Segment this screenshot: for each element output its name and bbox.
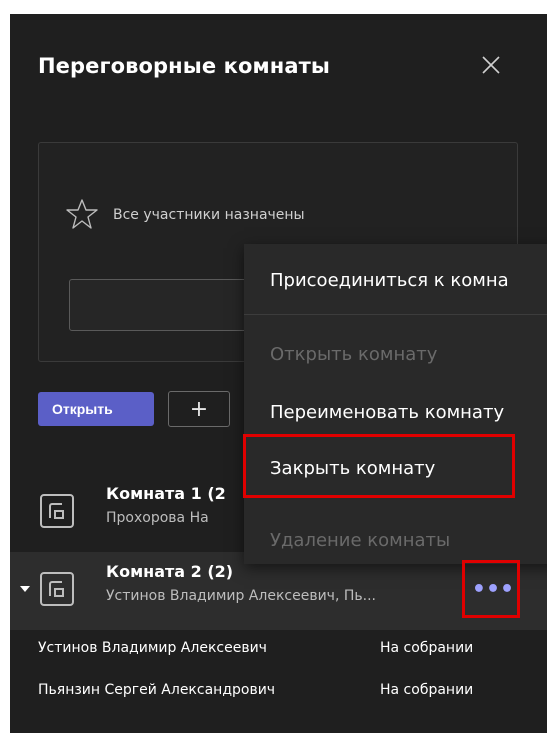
rooms-toolbar: Открыть + [38,391,276,427]
breakout-rooms-panel: Переговорные комнаты Все участники назна… [10,14,547,733]
menu-item-open-room: Открыть комнату [270,344,438,365]
menu-item-join-room[interactable]: Присоединиться к комна [270,270,509,291]
room-icon [40,572,74,606]
panel-title: Переговорные комнаты [38,54,330,78]
room-members: Устинов Владимир Алексеевич, Пь... [106,588,376,604]
more-options-icon[interactable]: ••• [466,566,520,612]
close-icon[interactable] [476,50,506,80]
room-name: Комната 1 (2 [106,484,226,503]
participant-row: Устинов Владимир Алексеевич На собрании [38,630,538,670]
star-icon [65,197,99,231]
add-room-button[interactable]: + [168,391,230,427]
participant-name: Устинов Владимир Алексеевич [38,640,267,656]
menu-divider [244,314,547,315]
chevron-down-icon[interactable] [20,586,30,592]
room-name: Комната 2 (2) [106,562,234,581]
room-members: Прохорова На [106,510,209,526]
open-rooms-button[interactable]: Открыть [38,392,154,426]
room-context-menu: Присоединиться к комна Открыть комнату П… [244,244,547,564]
room-icon [40,494,74,528]
participant-status: На собрании [380,682,474,698]
all-assigned-text: Все участники назначены [113,207,305,223]
menu-item-close-room[interactable]: Закрыть комнату [270,458,435,479]
participant-status: На собрании [380,640,474,656]
menu-item-rename-room[interactable]: Переименовать комнату [270,402,504,423]
participant-name: Пьянзин Сергей Александрович [38,682,276,698]
participant-row: Пьянзин Сергей Александрович На собрании [38,672,538,712]
menu-item-delete-room: Удаление комнаты [270,530,451,551]
